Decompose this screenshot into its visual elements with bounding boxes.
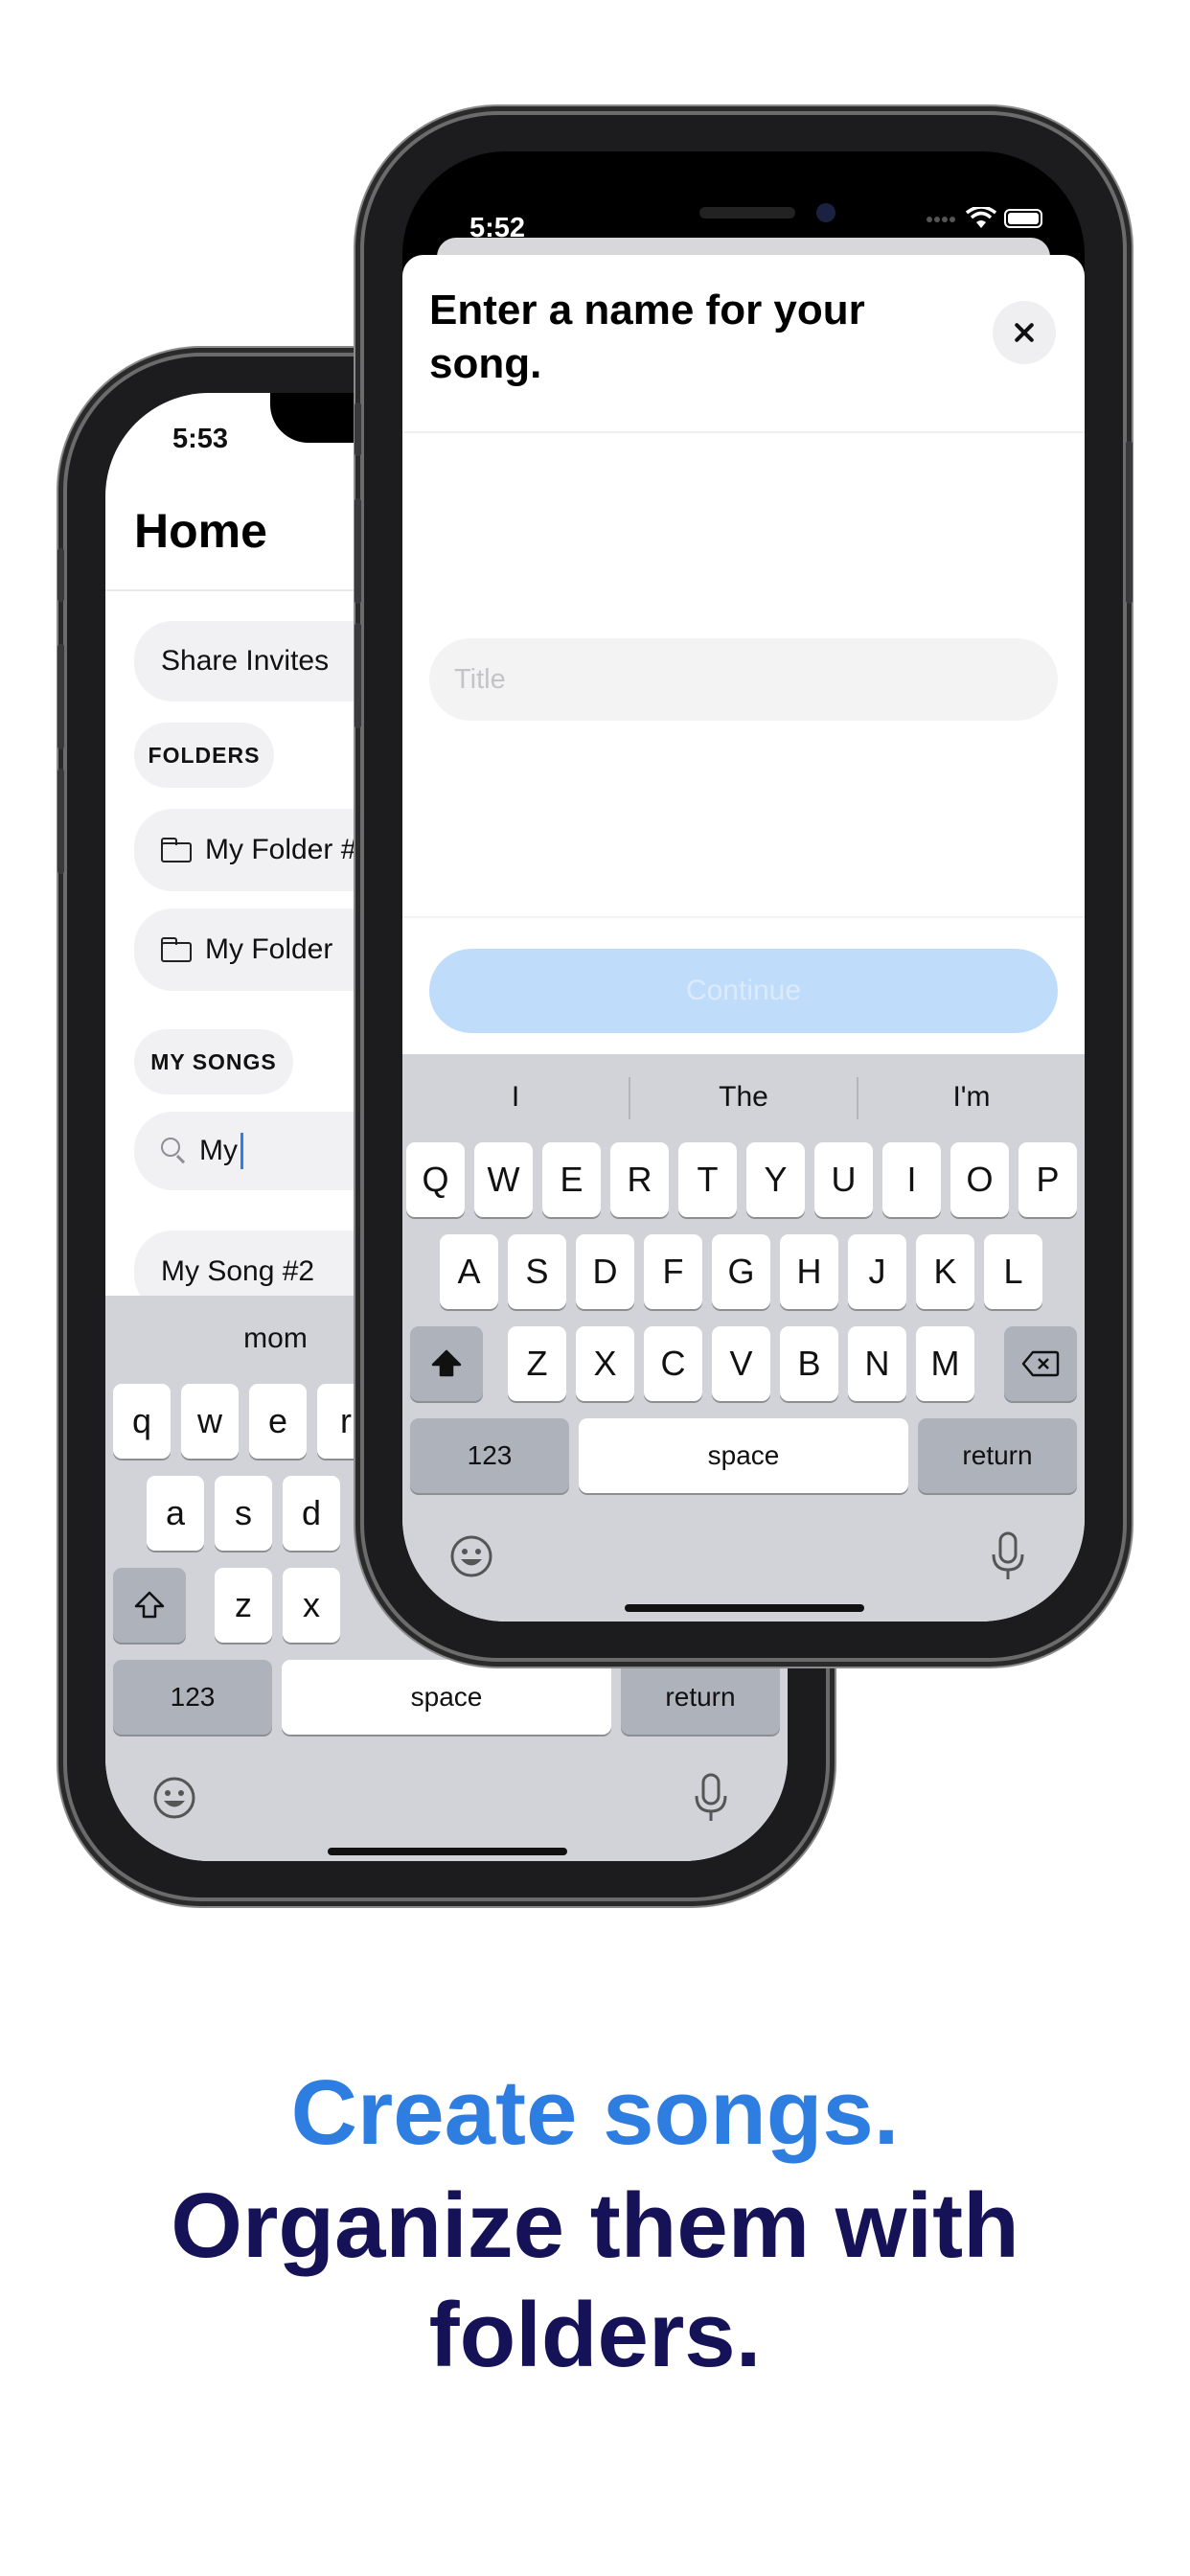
footer-divider [402,916,1085,918]
key-t[interactable]: T [678,1142,737,1217]
key-r[interactable]: R [610,1142,669,1217]
mute-switch [57,548,64,602]
key-e[interactable]: e [249,1384,307,1459]
emoji-icon[interactable] [448,1533,494,1579]
key-f[interactable]: F [644,1234,702,1309]
key-n[interactable]: N [848,1326,906,1401]
space-key[interactable]: space [282,1660,611,1735]
key-z[interactable]: z [215,1568,272,1643]
song-item-label: My Song #2 [161,1255,315,1287]
key-a[interactable]: A [440,1234,498,1309]
continue-button[interactable]: Continue [429,949,1058,1033]
key-q[interactable]: q [113,1384,171,1459]
space-key[interactable]: space [579,1418,908,1493]
home-indicator [328,1848,567,1855]
numbers-key[interactable]: 123 [410,1418,569,1493]
my-songs-section-header: MY SONGS [134,1029,293,1094]
key-w[interactable]: W [474,1142,533,1217]
text-cursor [240,1133,243,1169]
emoji-icon[interactable] [151,1775,197,1821]
key-s[interactable]: S [508,1234,566,1309]
key-x[interactable]: x [283,1568,340,1643]
volume-up-button [57,644,64,749]
status-time: 5:53 [172,424,229,454]
key-o[interactable]: O [950,1142,1009,1217]
microphone-icon[interactable] [989,1530,1027,1583]
wifi-icon [966,207,996,228]
key-u[interactable]: U [814,1142,873,1217]
volume-down-button [57,769,64,874]
sheet-title: Enter a name for your song. [429,287,865,387]
key-c[interactable]: C [644,1326,702,1401]
song-title-input[interactable] [429,638,1058,721]
key-b[interactable]: B [780,1326,838,1401]
folder-icon [161,838,192,862]
close-button[interactable] [993,301,1056,364]
battery-icon [1004,209,1042,228]
key-h[interactable]: H [780,1234,838,1309]
speaker-grille [699,207,795,218]
front-screen: 5:52 Enter a name for your song. Continu… [402,151,1085,1622]
key-d[interactable]: d [283,1476,340,1551]
name-song-sheet: Enter a name for your song. Continue I T… [402,255,1085,1622]
shift-icon [431,1349,462,1377]
key-a[interactable]: a [147,1476,204,1551]
key-y[interactable]: Y [746,1142,805,1217]
key-l[interactable]: L [984,1234,1042,1309]
key-x[interactable]: X [576,1326,634,1401]
home-indicator [625,1604,864,1612]
volume-up-button [355,498,361,604]
key-j[interactable]: J [848,1234,906,1309]
numbers-key[interactable]: 123 [113,1660,272,1735]
headline-secondary: Organize them with folders. [0,2172,1190,2390]
keyboard: I The I'm QWERTYUIOP ASDFGHJKL ZXCVBNM 1… [402,1054,1085,1622]
search-input-value: My [199,1135,238,1166]
microphone-icon[interactable] [692,1771,730,1825]
suggestion[interactable]: The [630,1054,857,1140]
headline-primary: Create songs. [290,2061,900,2164]
suggestion[interactable]: I'm [858,1054,1085,1140]
key-e[interactable]: E [542,1142,601,1217]
folders-section-header: FOLDERS [134,723,274,788]
folder-item-label: My Folder [205,933,333,965]
shift-key[interactable] [410,1326,483,1401]
front-camera [816,203,835,222]
key-w[interactable]: w [181,1384,239,1459]
key-s[interactable]: s [215,1476,272,1551]
key-g[interactable]: G [712,1234,770,1309]
sheet-divider [402,431,1085,433]
suggestion-bar: I The I'm [402,1054,1085,1140]
mute-switch [355,402,361,456]
return-key[interactable]: return [918,1418,1077,1493]
search-icon [161,1138,188,1164]
signal-icon [927,217,955,222]
folder-item-label: My Folder #2 [205,834,374,865]
key-m[interactable]: M [916,1326,974,1401]
key-q[interactable]: Q [406,1142,465,1217]
page-title: Home [134,504,267,558]
backspace-icon [1021,1350,1060,1377]
phone-front: 5:52 Enter a name for your song. Continu… [355,115,1133,1658]
volume-down-button [355,623,361,728]
return-key[interactable]: return [621,1660,780,1735]
key-p[interactable]: P [1018,1142,1077,1217]
key-z[interactable]: Z [508,1326,566,1401]
key-v[interactable]: V [712,1326,770,1401]
delete-key[interactable] [1004,1326,1077,1401]
share-invites-label: Share Invites [161,645,330,677]
key-i[interactable]: I [882,1142,941,1217]
shift-icon [134,1591,165,1619]
headline-secondary-text: Organize them with folders. [171,2174,1019,2386]
power-button [1126,441,1133,604]
suggestion[interactable]: I [402,1054,629,1140]
key-d[interactable]: D [576,1234,634,1309]
key-k[interactable]: K [916,1234,974,1309]
folder-icon [161,937,192,962]
shift-key[interactable] [113,1568,186,1643]
